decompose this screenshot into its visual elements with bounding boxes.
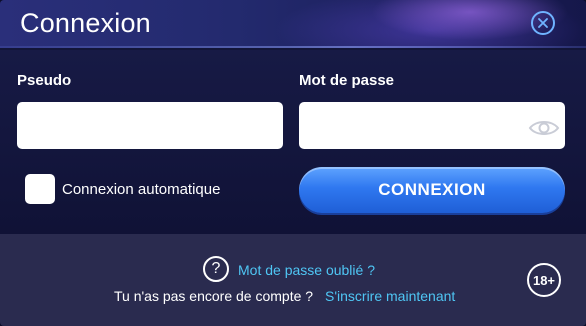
forgot-password-link[interactable]: Mot de passe oublié ? [238, 262, 375, 278]
signup-link[interactable]: S'inscrire maintenant [325, 288, 455, 304]
password-input[interactable] [299, 102, 565, 149]
username-label: Pseudo [17, 72, 72, 89]
no-account-text: Tu n'as pas encore de compte ? [114, 288, 314, 304]
login-dialog: Connexion Pseudo Mot de passe Connexion … [0, 0, 586, 326]
username-input[interactable] [17, 102, 283, 149]
question-circle-icon: ? [203, 256, 229, 282]
login-button[interactable]: CONNEXION [299, 167, 565, 213]
age-rating-badge: 18+ [527, 263, 561, 297]
password-label: Mot de passe [299, 72, 395, 89]
eye-icon[interactable] [528, 118, 560, 138]
dialog-header: Connexion [0, 0, 586, 48]
auto-login-checkbox[interactable] [25, 174, 55, 204]
dialog-footer [0, 234, 586, 326]
close-icon [538, 18, 548, 28]
close-button[interactable] [531, 11, 555, 35]
dialog-title: Connexion [20, 8, 151, 38]
auto-login-label: Connexion automatique [62, 181, 221, 198]
